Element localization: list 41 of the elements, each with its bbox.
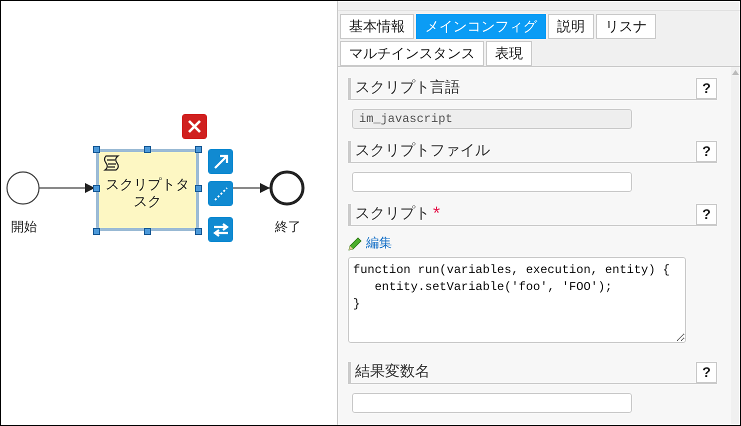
edit-link[interactable]: 編集 <box>366 233 392 253</box>
tab[interactable]: 基本情報 <box>340 14 414 39</box>
help-button[interactable]: ? <box>696 140 717 162</box>
help-button[interactable]: ? <box>696 204 717 224</box>
connect-dashed-button[interactable] <box>208 181 233 206</box>
start-event-circle[interactable] <box>6 171 40 205</box>
text-field[interactable] <box>352 172 632 192</box>
field-label: スクリプト <box>355 204 430 224</box>
resize-handle[interactable] <box>93 146 100 153</box>
end-event-circle[interactable] <box>270 170 304 206</box>
help-button[interactable]: ? <box>696 362 717 382</box>
resize-handle[interactable] <box>144 146 151 153</box>
tab[interactable]: 表現 <box>486 41 532 66</box>
required-mark: * <box>433 204 440 222</box>
code-editor[interactable]: function run(variables, execution, entity) { entity.setVariable('foo', 'FOO'); } <box>348 257 686 343</box>
pencil-icon <box>348 236 363 250</box>
start-event-label: 開始 <box>11 218 37 236</box>
task-label: スクリプトタスク <box>104 176 190 210</box>
resize-handle[interactable] <box>195 185 202 192</box>
resize-handle[interactable] <box>195 146 202 153</box>
resize-handle[interactable] <box>195 228 202 235</box>
field-label: スクリプト言語 <box>355 78 460 98</box>
script-task[interactable]: スクリプトタスク <box>96 149 199 231</box>
close-icon <box>187 119 202 134</box>
field-label: スクリプトファイル <box>355 141 490 162</box>
resize-handle[interactable] <box>144 228 151 235</box>
tab[interactable]: マルチインスタンス <box>340 41 484 66</box>
delete-button[interactable] <box>182 114 207 139</box>
resize-handle[interactable] <box>93 185 100 192</box>
scroll-up-icon[interactable] <box>732 70 739 75</box>
field-label: 結果変数名 <box>355 362 430 382</box>
text-field[interactable] <box>352 393 632 413</box>
sequence-flow-arrow[interactable] <box>39 183 95 193</box>
connect-arrow-button[interactable] <box>208 149 233 174</box>
tab[interactable]: 説明 <box>548 14 594 39</box>
tab[interactable]: リスナ <box>596 14 656 39</box>
script-icon <box>103 154 121 172</box>
end-event-label: 終了 <box>275 218 301 236</box>
resize-handle[interactable] <box>93 228 100 235</box>
sequence-flow-arrow[interactable] <box>233 183 270 193</box>
swap-button[interactable] <box>208 217 233 242</box>
